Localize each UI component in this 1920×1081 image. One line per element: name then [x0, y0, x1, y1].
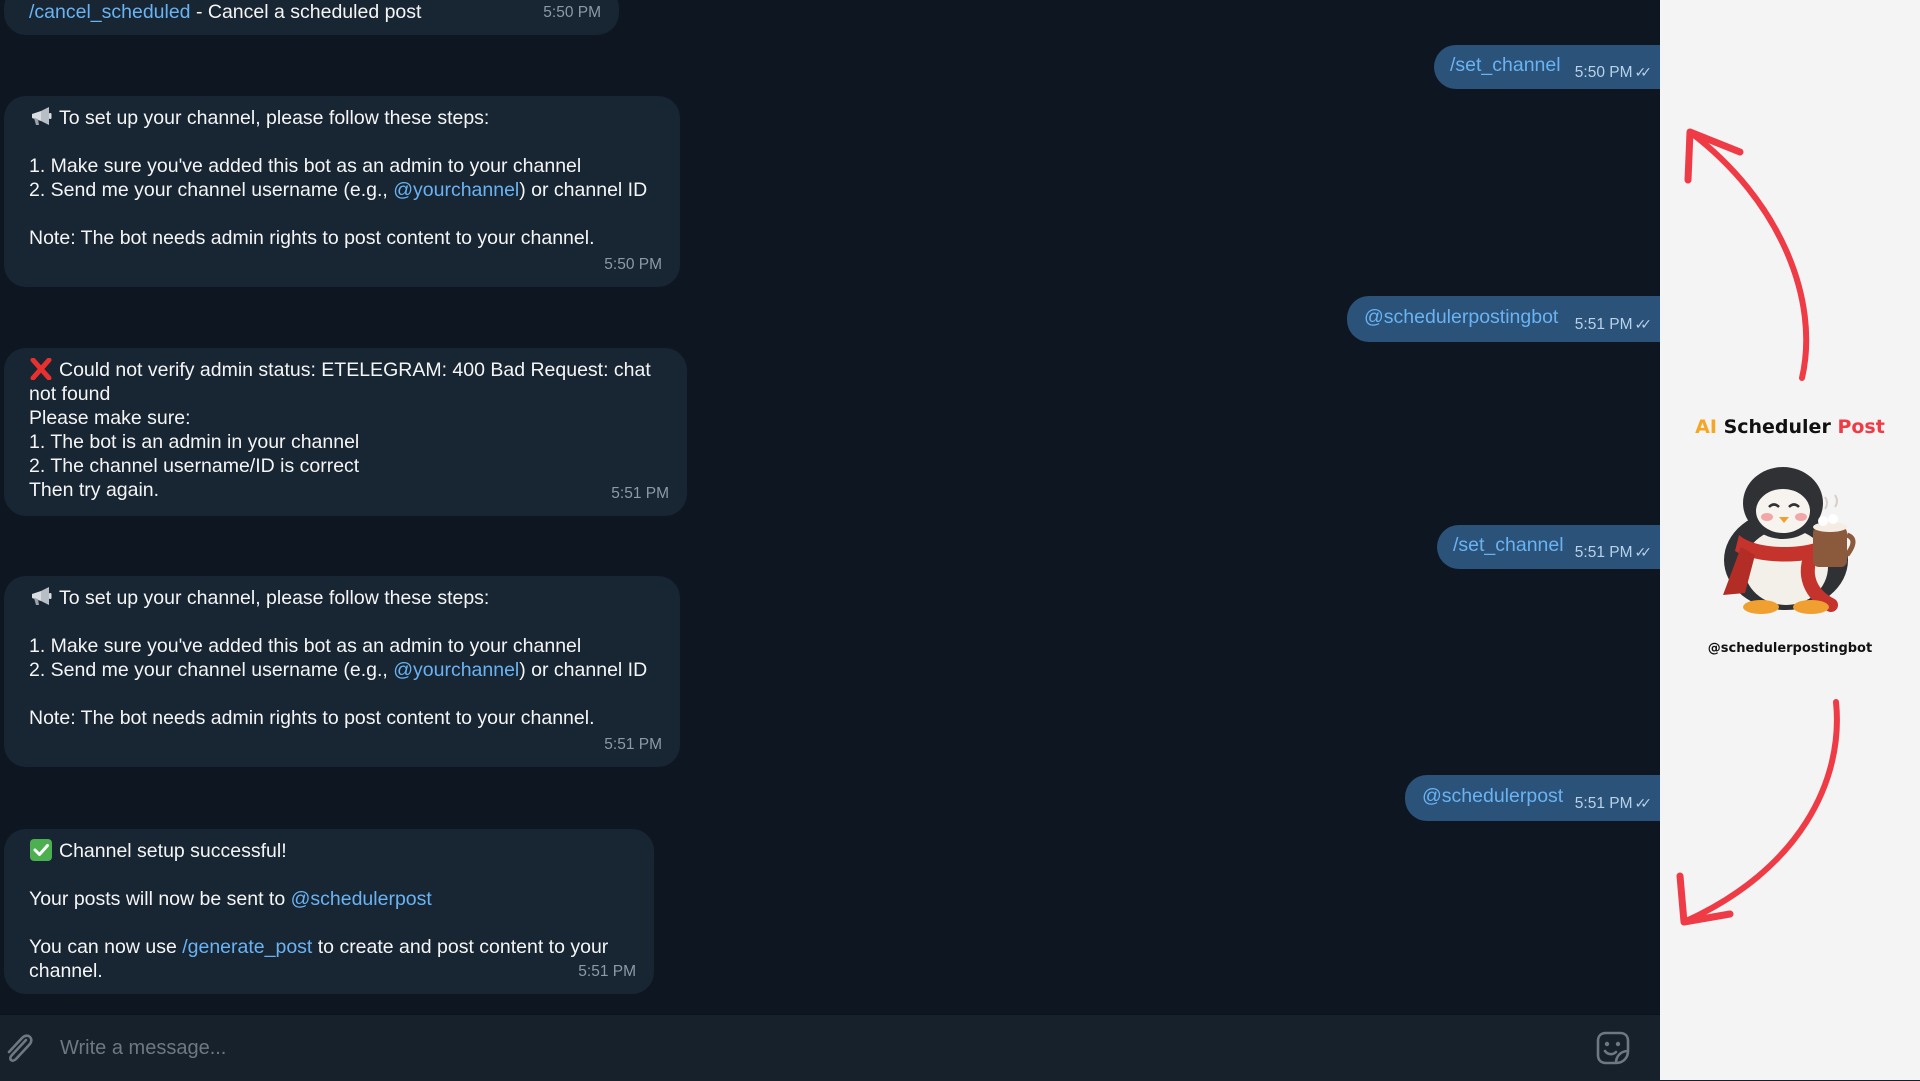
sticker-smile-icon[interactable] — [1592, 1027, 1634, 1069]
command-link-set-channel[interactable]: /set_channel — [1453, 534, 1564, 556]
message-cancel-scheduled: /cancel_scheduled - Cancel a scheduled p… — [4, 0, 619, 35]
message-time: 5:50 PM — [604, 256, 662, 273]
bot-handle: @schedulerpostingbot — [1707, 641, 1873, 656]
brand-scheduler: Scheduler — [1723, 416, 1831, 438]
message-setup-success: Channel setup successful! Your posts wil… — [4, 829, 654, 994]
message-text: 1. Make sure you've added this bot as an… — [29, 155, 582, 177]
message-time: 5:51 PM ✓✓ — [1574, 544, 1653, 561]
message-text: Note: The bot needs admin rights to post… — [29, 227, 595, 249]
message-time: 5:51 PM — [578, 963, 636, 980]
message-time: 5:51 PM — [604, 736, 662, 753]
brand-post: Post — [1837, 416, 1885, 438]
outgoing-message-bot-username: @schedulerpostingbot 5:51 PM ✓✓ — [1347, 296, 1660, 342]
check-mark-button-icon — [30, 839, 52, 861]
message-text: To set up your channel, please follow th… — [59, 587, 490, 609]
message-time: 5:51 PM ✓✓ — [1574, 316, 1653, 333]
message-text: 1. The bot is an admin in your channel — [29, 431, 360, 453]
message-text: Then try again. — [29, 479, 160, 501]
curved-arrow-down-icon — [1676, 699, 1840, 926]
mention-link-schedulerpost[interactable]: @schedulerpost — [291, 888, 432, 910]
message-text: Your posts will now be sent to — [29, 888, 291, 910]
brand-title: AI Scheduler Post — [1660, 416, 1920, 438]
message-composer — [0, 1014, 1660, 1081]
penguin-mascot-image — [1701, 455, 1871, 615]
message-time: 5:51 PM — [611, 485, 669, 502]
message-verify-error: Could not verify admin status: ETELEGRAM… — [4, 348, 687, 516]
message-setup-instructions: To set up your channel, please follow th… — [4, 576, 680, 767]
double-check-icon: ✓✓ — [1634, 544, 1653, 560]
mention-link-schedulerpostingbot[interactable]: @schedulerpostingbot — [1364, 306, 1558, 328]
paperclip-icon[interactable] — [0, 1028, 36, 1068]
outgoing-message-set-channel: /set_channel 5:50 PM ✓✓ — [1434, 45, 1660, 89]
command-link-cancel-scheduled[interactable]: /cancel_scheduled — [29, 1, 191, 23]
message-time: 5:50 PM ✓✓ — [1574, 64, 1653, 81]
message-text: 2. The channel username/ID is correct — [29, 455, 360, 477]
mention-link-yourchannel[interactable]: @yourchannel — [393, 179, 519, 201]
message-text: 2. Send me your channel username (e.g., — [29, 179, 394, 201]
message-time: 5:50 PM — [543, 4, 601, 21]
mention-link-schedulerpost[interactable]: @schedulerpost — [1422, 785, 1563, 807]
message-text: Please make sure: — [29, 407, 191, 429]
message-text: Note: The bot needs admin rights to post… — [29, 707, 595, 729]
message-text: 1. Make sure you've added this bot as an… — [29, 635, 582, 657]
message-text: Channel setup successful! — [59, 840, 287, 862]
message-text: - Cancel a scheduled post — [190, 1, 422, 23]
message-setup-instructions: To set up your channel, please follow th… — [4, 96, 680, 287]
message-text: Could not verify admin status: ETELEGRAM… — [29, 359, 651, 405]
mention-link-yourchannel[interactable]: @yourchannel — [393, 659, 519, 681]
promo-panel: AI Scheduler Post @schedulerpostingbot — [1660, 0, 1920, 1080]
message-text: You can now use — [29, 936, 183, 958]
megaphone-icon — [29, 586, 53, 608]
message-input[interactable] — [58, 1029, 1542, 1067]
brand-ai: AI — [1695, 416, 1717, 438]
message-time: 5:51 PM ✓✓ — [1574, 795, 1653, 812]
megaphone-icon — [29, 106, 53, 128]
message-text: To set up your channel, please follow th… — [59, 107, 490, 129]
command-link-generate-post[interactable]: /generate_post — [182, 936, 312, 958]
curved-arrow-up-icon — [1684, 128, 1810, 381]
double-check-icon: ✓✓ — [1634, 64, 1653, 80]
outgoing-message-set-channel: /set_channel 5:51 PM ✓✓ — [1437, 525, 1660, 569]
command-link-set-channel[interactable]: /set_channel — [1450, 54, 1561, 76]
double-check-icon: ✓✓ — [1634, 795, 1653, 811]
outgoing-message-channel-username: @schedulerpost 5:51 PM ✓✓ — [1405, 775, 1660, 821]
cross-mark-icon — [30, 358, 52, 380]
message-text: ) or channel ID — [519, 659, 648, 681]
chat-area[interactable]: /cancel_scheduled - Cancel a scheduled p… — [0, 0, 1660, 1014]
double-check-icon: ✓✓ — [1634, 316, 1653, 332]
message-text: ) or channel ID — [519, 179, 648, 201]
message-text: 2. Send me your channel username (e.g., — [29, 659, 394, 681]
